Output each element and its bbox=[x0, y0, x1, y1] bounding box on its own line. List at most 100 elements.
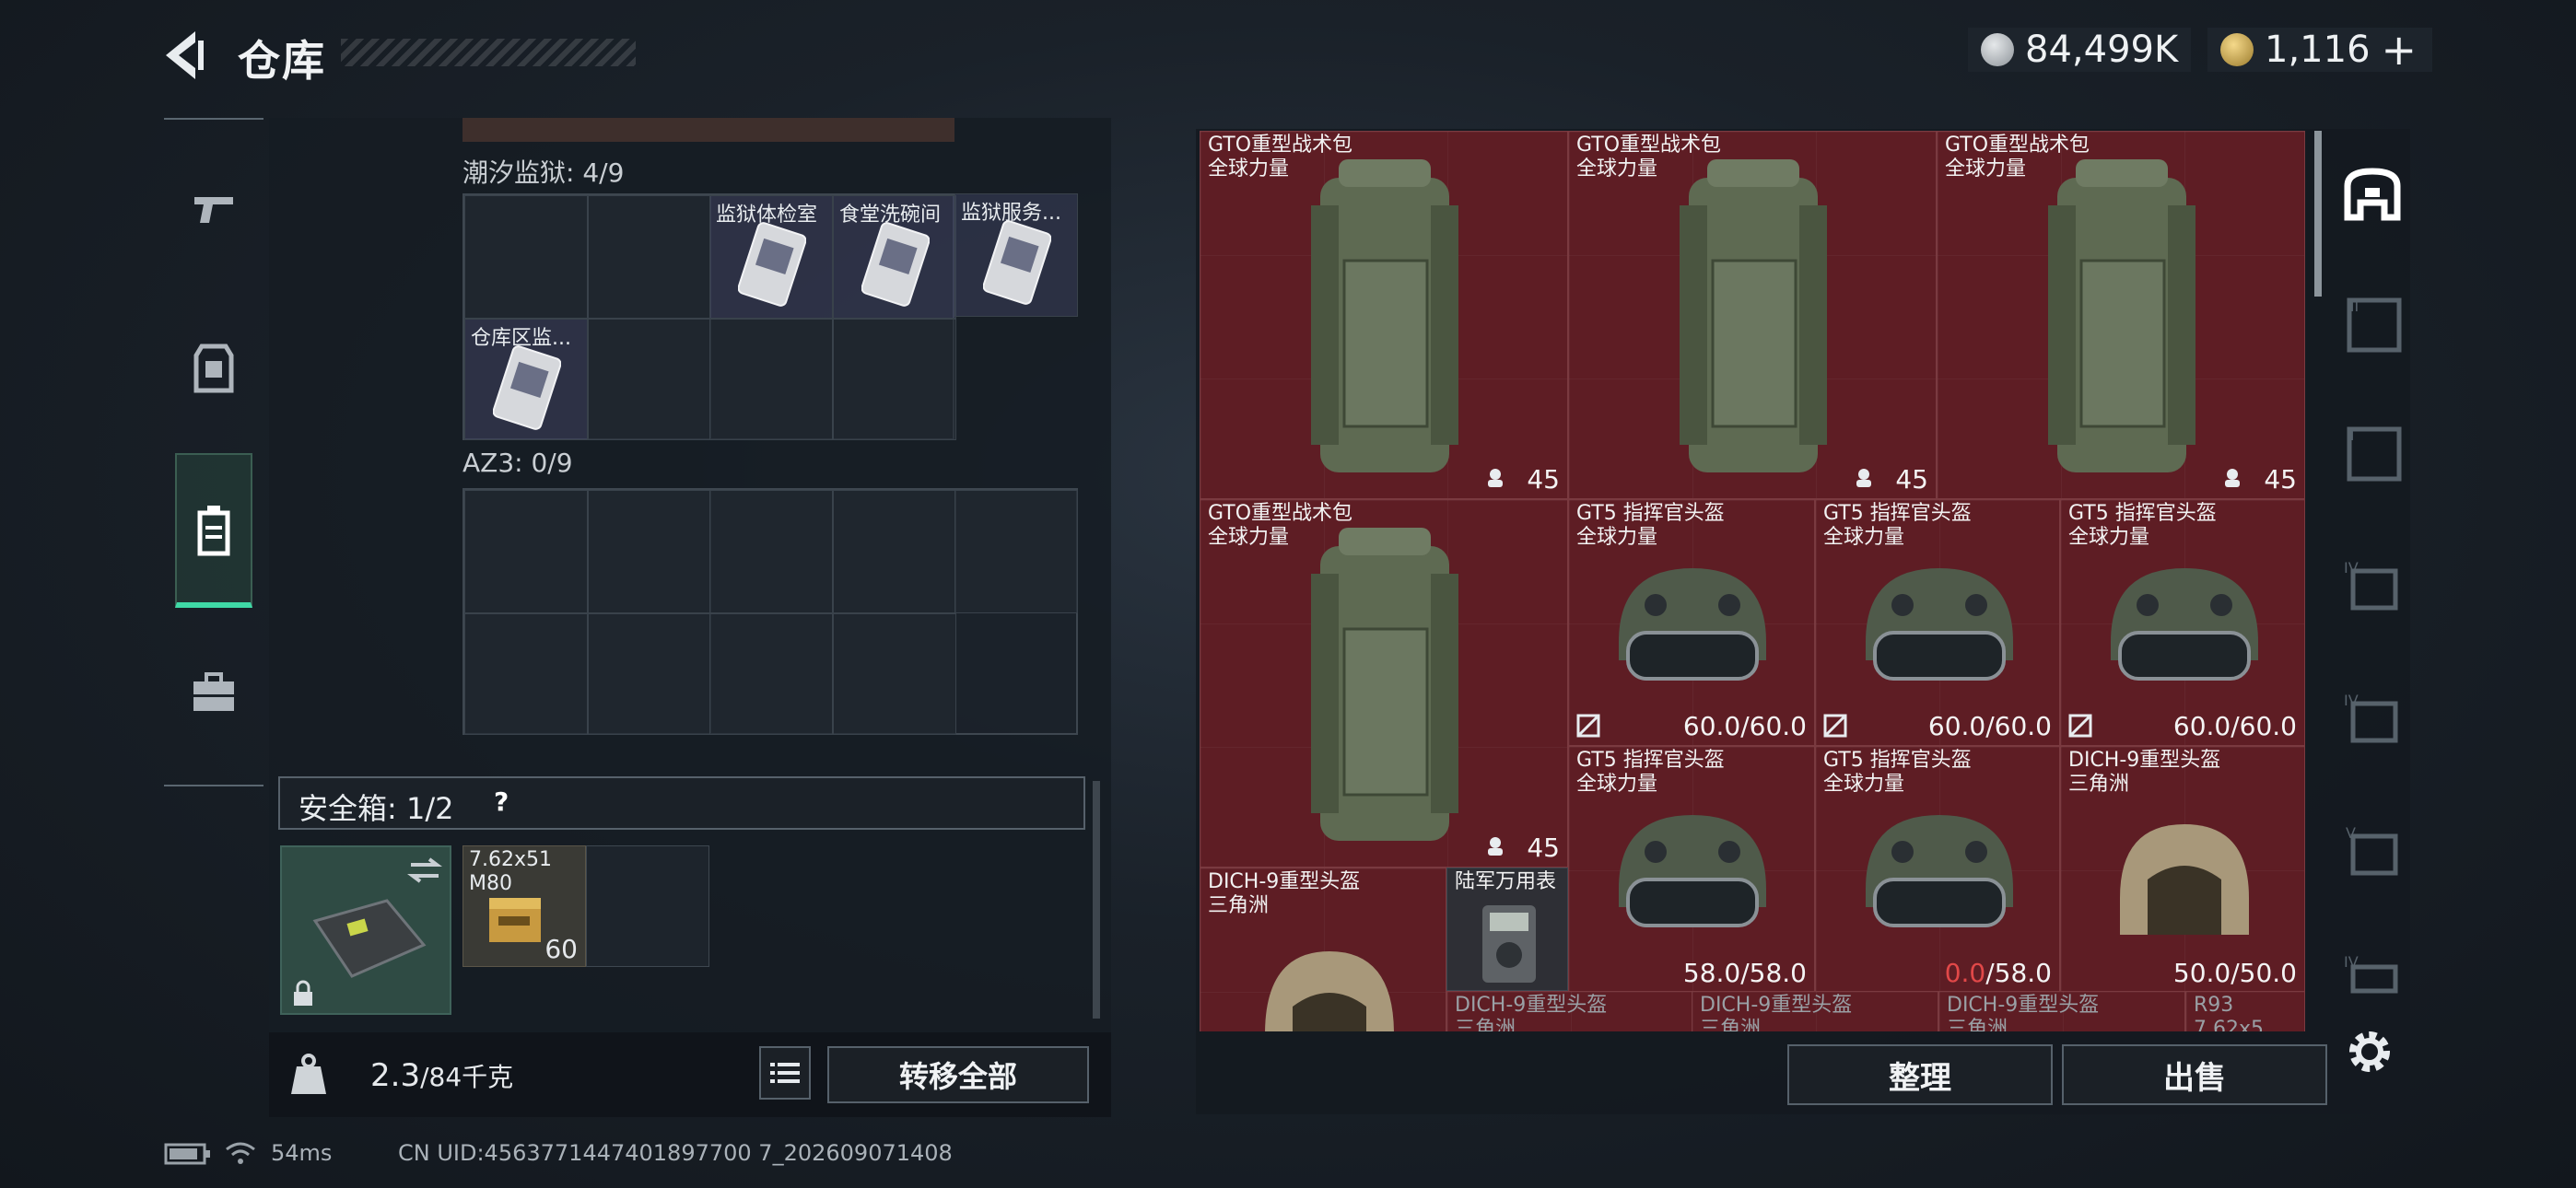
grid-cell[interactable] bbox=[833, 319, 956, 440]
settings-button[interactable] bbox=[2340, 1022, 2405, 1081]
durability-current: 58.0 bbox=[1682, 958, 1741, 988]
backpack-item[interactable]: GTO重型战术包 全球力量 45 bbox=[1200, 131, 1568, 499]
helmet-image bbox=[2120, 824, 2249, 935]
grid-cell[interactable] bbox=[586, 845, 709, 967]
helmet-image bbox=[2111, 568, 2258, 681]
secure-case-slot[interactable] bbox=[280, 845, 451, 1015]
keycard-item[interactable]: 监狱服务... bbox=[954, 193, 1078, 317]
backpack-item[interactable]: GTO重型战术包 全球力量 45 bbox=[1568, 131, 1937, 499]
secure-case-icon bbox=[312, 899, 427, 978]
durability-max: /60.0 bbox=[1985, 711, 2052, 741]
backpack-image bbox=[1680, 159, 1827, 472]
stash-tab-5[interactable]: V bbox=[2340, 818, 2405, 882]
grid-cell[interactable] bbox=[464, 195, 588, 319]
silver-amount: 84,499K bbox=[2025, 29, 2179, 71]
item-value: 45 bbox=[2264, 464, 2297, 495]
weight-readout: 2.3/84千克 bbox=[370, 1057, 513, 1094]
item-name: DICH-9重型头盔 三角洲 bbox=[2068, 749, 2221, 796]
helmet-item[interactable]: GT5 指挥官头盔 全球力量 60.0/60.0 bbox=[1815, 499, 2060, 746]
backpack-item[interactable]: GTO重型战术包 全球力量 45 bbox=[1200, 499, 1568, 868]
keycard-item[interactable]: 食堂洗碗间 bbox=[833, 195, 956, 319]
grid-cell[interactable] bbox=[709, 490, 833, 613]
helmet-item[interactable]: DICH-9重型头盔 三角洲 bbox=[1446, 991, 1693, 1031]
rail-item-briefcase[interactable] bbox=[164, 628, 263, 757]
helmet-image bbox=[1619, 815, 1766, 927]
storage-tab-icon: V bbox=[2346, 824, 2398, 876]
helmet-item[interactable]: GT5 指挥官头盔 全球力量 60.0/60.0 bbox=[2060, 499, 2305, 746]
durability-value: 60.0/60.0 bbox=[2173, 711, 2297, 741]
durability-current: 0.0 bbox=[1944, 958, 1986, 988]
item-name: DICH-9重型头盔 三角洲 bbox=[1455, 994, 1608, 1031]
svg-text:II: II bbox=[2346, 426, 2354, 444]
stash-tab-4b[interactable]: IV bbox=[2340, 685, 2405, 750]
rail-item-weapons[interactable] bbox=[164, 146, 263, 274]
swap-icon[interactable] bbox=[407, 856, 442, 884]
back-arrow-icon[interactable] bbox=[158, 26, 214, 85]
stash-grid[interactable]: GTO重型战术包 全球力量 45 GTO重型战术包 全球力量 45 GTO重型战… bbox=[1200, 131, 2305, 1031]
grid-cell[interactable] bbox=[464, 490, 588, 613]
item-name: DICH-9重型头盔 三角洲 bbox=[1947, 994, 2100, 1031]
svg-text:IV: IV bbox=[2344, 692, 2359, 709]
item-name: GT5 指挥官头盔 全球力量 bbox=[1823, 749, 1972, 796]
section-title-prison: 潮汐监狱: 4/9 bbox=[463, 157, 625, 188]
weight-icon bbox=[291, 1054, 326, 1094]
stash-scrollbar[interactable] bbox=[2314, 131, 2322, 297]
keycard-icon bbox=[983, 220, 1051, 305]
rail-item-backpack[interactable] bbox=[164, 466, 263, 595]
grid-cell[interactable] bbox=[954, 490, 1078, 613]
stash-tab-3b[interactable]: II bbox=[2340, 420, 2405, 484]
helmet-item[interactable]: DICH-9重型头盔 三角洲 bbox=[1938, 991, 2185, 1031]
keycard-icon bbox=[493, 345, 561, 430]
sort-button[interactable]: 整理 bbox=[1787, 1044, 2053, 1105]
currency-gold[interactable]: 1,116 + bbox=[2207, 25, 2432, 75]
safe-box-label: 安全箱: 1/2 bbox=[299, 791, 454, 826]
durability-value: 58.0/58.0 bbox=[1683, 958, 1807, 988]
list-icon bbox=[770, 1063, 800, 1083]
stash-all-tab[interactable] bbox=[2340, 162, 2405, 227]
currency-silver: 84,499K bbox=[1968, 28, 2192, 72]
grid-cell[interactable] bbox=[833, 613, 956, 735]
multimeter-item[interactable]: 陆军万用表 bbox=[1446, 868, 1568, 991]
multimeter-icon bbox=[1482, 905, 1536, 983]
rail-item-armor[interactable] bbox=[164, 304, 263, 433]
helmet-item[interactable]: GT5 指挥官头盔 全球力量 0.0/58.0 bbox=[1815, 746, 2060, 993]
helmet-item[interactable]: GT5 指挥官头盔 全球力量 58.0/58.0 bbox=[1568, 746, 1815, 993]
grid-cell[interactable] bbox=[588, 195, 711, 319]
grid-cell[interactable] bbox=[588, 613, 711, 735]
az3-key-grid[interactable] bbox=[463, 488, 1078, 735]
scrollbar[interactable] bbox=[1093, 781, 1100, 1019]
grid-cell[interactable] bbox=[588, 319, 711, 440]
add-currency-icon[interactable]: + bbox=[2382, 25, 2418, 75]
helmet-item[interactable]: DICH-9重型头盔 三角洲 bbox=[1200, 868, 1446, 1031]
helmet-item[interactable]: DICH-9重型头盔 三角洲 50.0/50.0 bbox=[2060, 746, 2305, 993]
gear-icon bbox=[2349, 1031, 2390, 1072]
helmet-item[interactable]: GT5 指挥官头盔 全球力量 60.0/60.0 bbox=[1568, 499, 1815, 746]
stash-tab-4c[interactable]: IV bbox=[2340, 949, 2405, 995]
grid-cell[interactable] bbox=[833, 490, 956, 613]
grid-cell[interactable] bbox=[709, 613, 833, 735]
grid-cell[interactable] bbox=[709, 319, 833, 440]
helmet-item[interactable]: DICH-9重型头盔 三角洲 bbox=[1692, 991, 1938, 1031]
pistol-icon bbox=[194, 197, 233, 223]
storage-tab-icon: II bbox=[2346, 426, 2402, 482]
durability-value: 60.0/60.0 bbox=[1683, 711, 1807, 741]
wifi-icon bbox=[226, 1142, 255, 1164]
grid-cell[interactable] bbox=[464, 613, 588, 735]
helmet-image bbox=[1265, 951, 1394, 1031]
stash-tab-3a[interactable]: III bbox=[2340, 291, 2405, 355]
keycard-item[interactable]: 监狱体检室 bbox=[709, 195, 833, 319]
storage-tab-icon: IV bbox=[2344, 559, 2398, 611]
item-value: 45 bbox=[1895, 464, 1928, 495]
sell-button[interactable]: 出售 bbox=[2062, 1044, 2327, 1105]
list-view-button[interactable] bbox=[759, 1046, 811, 1100]
grid-cell[interactable] bbox=[588, 490, 711, 613]
backpack-item[interactable]: GTO重型战术包 全球力量 45 bbox=[1937, 131, 2305, 499]
ammo-item[interactable]: 7.62x51 M80 60 bbox=[463, 845, 586, 967]
keycard-item[interactable]: 仓库区监... bbox=[464, 319, 588, 440]
help-icon[interactable]: ? bbox=[494, 786, 521, 818]
transfer-all-button[interactable]: 转移全部 bbox=[827, 1046, 1089, 1103]
rifle-item[interactable]: R93 7.62x5 bbox=[2185, 991, 2305, 1031]
stash-tab-4a[interactable]: IV bbox=[2340, 553, 2405, 617]
weight-current: 2.3 bbox=[370, 1057, 421, 1094]
page-title: 仓库 bbox=[238, 36, 326, 86]
